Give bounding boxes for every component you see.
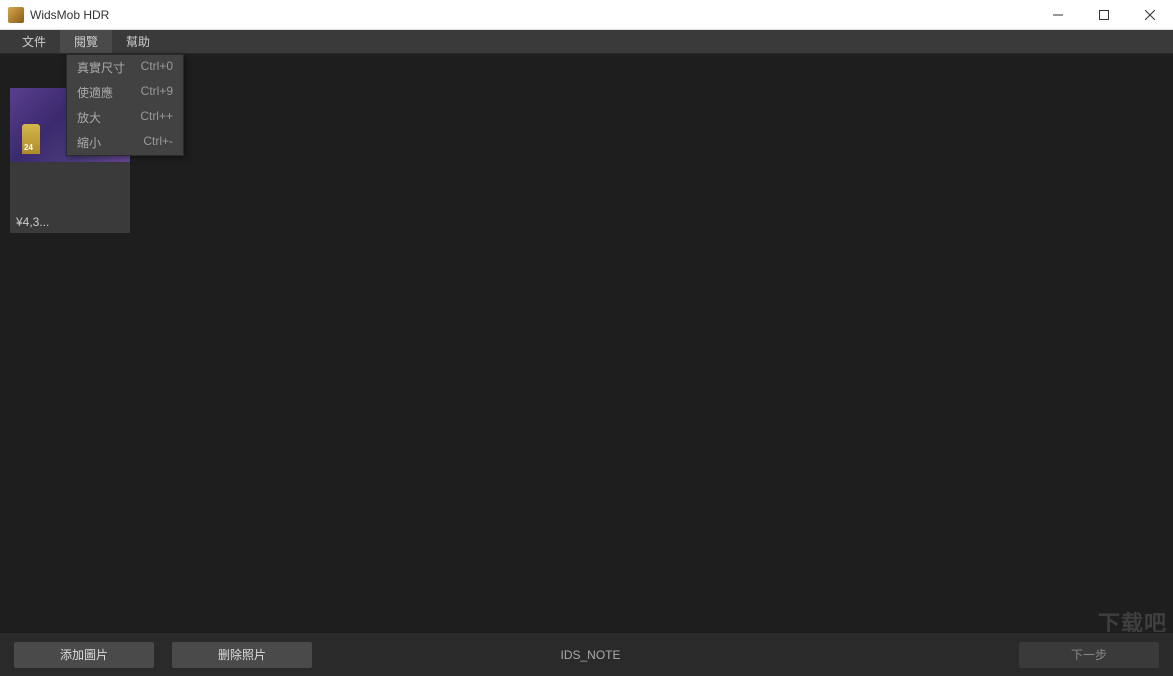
thumbnail-caption: ¥4,3... [16, 215, 49, 229]
dropdown-item-zoom-out[interactable]: 縮小 Ctrl+- [67, 130, 183, 155]
dropdown-item-zoom-in[interactable]: 放大 Ctrl++ [67, 105, 183, 130]
maximize-button[interactable] [1081, 0, 1127, 29]
dropdown-item-fit[interactable]: 使適應 Ctrl+9 [67, 80, 183, 105]
maximize-icon [1099, 10, 1109, 20]
dropdown-shortcut: Ctrl+0 [141, 59, 173, 76]
menu-file[interactable]: 文件 [8, 30, 60, 53]
window-title: WidsMob HDR [30, 8, 1035, 22]
dropdown-label: 放大 [77, 109, 101, 126]
close-button[interactable] [1127, 0, 1173, 29]
app-icon [8, 7, 24, 23]
bottombar: 添加圖片 删除照片 IDS_NOTE 下一步 [0, 632, 1173, 676]
dropdown-shortcut: Ctrl+9 [141, 84, 173, 101]
titlebar: WidsMob HDR [0, 0, 1173, 30]
dropdown-item-actual-size[interactable]: 真實尺寸 Ctrl+0 [67, 55, 183, 80]
status-note: IDS_NOTE [180, 648, 1001, 662]
dropdown-shortcut: Ctrl++ [140, 109, 173, 126]
dropdown-label: 縮小 [77, 134, 101, 151]
minimize-button[interactable] [1035, 0, 1081, 29]
dropdown-shortcut: Ctrl+- [143, 134, 173, 151]
window-controls [1035, 0, 1173, 29]
menu-view[interactable]: 閱覽 [60, 30, 112, 53]
dropdown-label: 真實尺寸 [77, 59, 125, 76]
menubar: 文件 閱覽 幫助 [0, 30, 1173, 54]
close-icon [1145, 10, 1155, 20]
minimize-icon [1053, 10, 1063, 20]
add-image-button[interactable]: 添加圖片 [14, 642, 154, 668]
next-button[interactable]: 下一步 [1019, 642, 1159, 668]
menu-help[interactable]: 幫助 [112, 30, 164, 53]
view-dropdown: 真實尺寸 Ctrl+0 使適應 Ctrl+9 放大 Ctrl++ 縮小 Ctrl… [66, 54, 184, 156]
dropdown-label: 使適應 [77, 84, 113, 101]
